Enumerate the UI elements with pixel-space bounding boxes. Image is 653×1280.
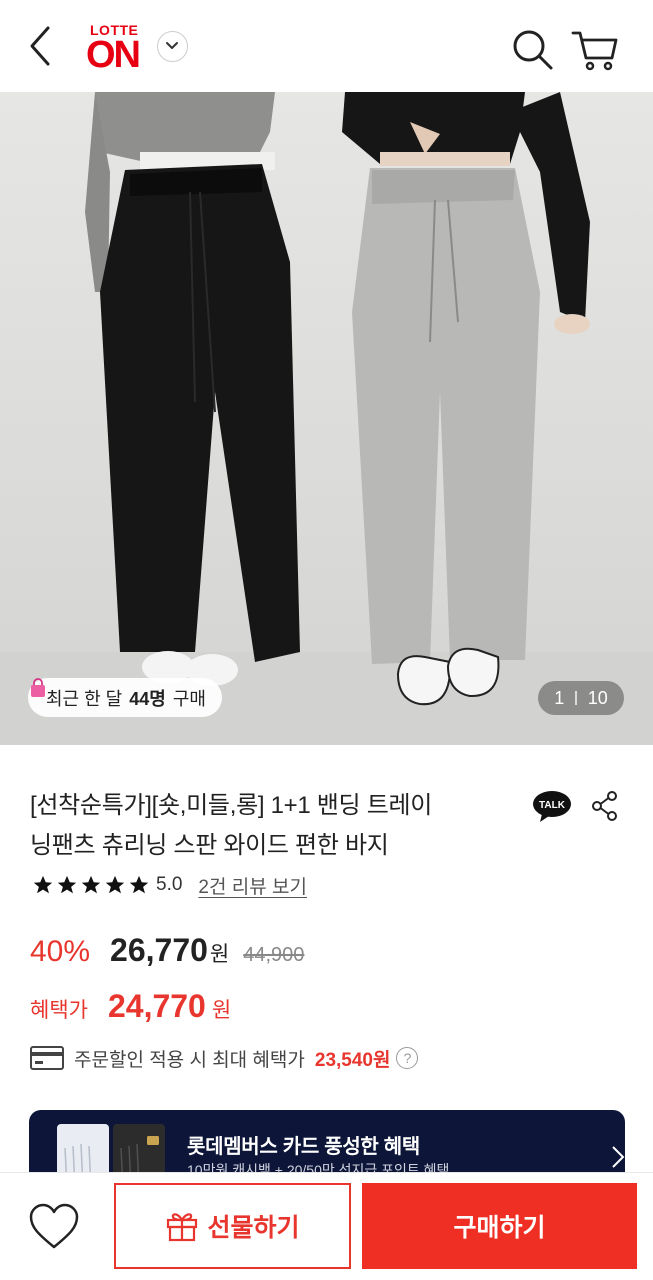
benefit-price-label: 혜택가 xyxy=(30,999,88,1022)
wishlist-button[interactable] xyxy=(28,1203,80,1251)
order-max-price: 23,540원 xyxy=(314,1049,391,1071)
price-row: 40% 26,770 원 44,900 xyxy=(30,932,304,982)
talk-button[interactable]: TALK xyxy=(532,790,572,824)
product-title-line-2: 닝팬츠 츄리닝 스판 와이드 편한 바지 xyxy=(30,832,389,859)
bottom-action-bar: 선물하기 구매하기 xyxy=(0,1172,653,1280)
order-discount-text: 주문할인 적용 시 최대 혜택가 xyxy=(74,1049,305,1071)
gift-icon xyxy=(167,1213,198,1242)
pager-total: 10 xyxy=(587,687,608,708)
recent-purchase-prefix: 최근 한 달 xyxy=(46,688,123,709)
banner-title: 롯데멤버스 카드 풍성한 혜택 xyxy=(187,1136,420,1158)
help-icon[interactable]: ? xyxy=(396,1047,419,1069)
share-button[interactable] xyxy=(590,790,620,822)
sale-price: 26,770 xyxy=(110,932,208,968)
star-icon xyxy=(81,875,101,894)
original-price: 44,900 xyxy=(243,944,305,966)
credit-cards-image xyxy=(57,1124,165,1172)
gift-button[interactable]: 선물하기 xyxy=(114,1183,351,1269)
discount-rate: 40% xyxy=(30,935,91,968)
top-header: LOTTE ON xyxy=(0,0,653,92)
product-image-carousel[interactable]: 최근 한 달 44명 구매 1 10 xyxy=(0,92,653,745)
chevron-right-icon xyxy=(612,1146,625,1168)
talk-label: TALK xyxy=(539,800,566,811)
star-icon xyxy=(129,875,149,894)
benefit-price: 24,770 xyxy=(107,988,206,1024)
search-icon xyxy=(513,30,553,70)
sale-price-currency: 원 xyxy=(209,943,230,966)
shopping-bag-icon xyxy=(31,678,45,697)
star-icon xyxy=(33,875,53,894)
heart-icon xyxy=(29,1203,79,1249)
buy-button-label: 구매하기 xyxy=(453,1214,546,1242)
pager-divider xyxy=(575,691,577,705)
star-rating xyxy=(32,874,152,896)
talk-icon: TALK xyxy=(533,791,571,822)
chevron-down-icon xyxy=(166,42,178,49)
image-pager: 1 10 xyxy=(538,681,624,715)
order-discount-row: 주문할인 적용 시 최대 혜택가 23,540원 ? xyxy=(30,1040,419,1076)
share-icon xyxy=(592,791,617,821)
gift-button-label: 선물하기 xyxy=(207,1214,300,1242)
star-icon xyxy=(57,875,77,894)
pager-current: 1 xyxy=(554,687,565,708)
recent-purchase-suffix: 구매 xyxy=(172,688,206,709)
review-link[interactable]: 2건 리뷰 보기 xyxy=(198,872,307,899)
cart-icon xyxy=(571,31,618,71)
card-benefit-banner[interactable]: 롯데멤버스 카드 풍성한 혜택 10만원 캐시백 + 20/50만 선지급 포인… xyxy=(29,1110,625,1172)
product-title: [선착순특가][숏,미들,롱] 1+1 밴딩 트레이 닝팬츠 츄리닝 스판 와이… xyxy=(30,786,530,866)
star-icon xyxy=(105,875,125,894)
banner-subtitle: 10만원 캐시백 + 20/50만 선지급 포인트 혜택 xyxy=(187,1162,450,1172)
cart-button[interactable] xyxy=(570,28,620,72)
rating-score: 5.0 xyxy=(156,874,183,895)
logo-on-text: ON xyxy=(86,34,141,76)
benefit-price-row: 혜택가 24,770 원 xyxy=(30,988,231,1034)
buy-button[interactable]: 구매하기 xyxy=(362,1183,637,1269)
back-button[interactable] xyxy=(22,22,62,70)
back-icon xyxy=(30,26,50,66)
logo-dropdown-button[interactable] xyxy=(157,31,188,62)
product-title-line-1: [선착순특가][숏,미들,롱] 1+1 밴딩 트레이 xyxy=(30,792,433,819)
product-photo xyxy=(0,92,653,745)
rating-row: 5.0 2건 리뷰 보기 xyxy=(32,870,307,900)
recent-purchase-count: 44명 xyxy=(129,688,166,709)
recent-purchase-badge: 최근 한 달 44명 구매 xyxy=(28,678,222,717)
search-button[interactable] xyxy=(510,27,554,71)
lotte-on-logo[interactable]: LOTTE ON xyxy=(86,20,146,76)
credit-card-icon xyxy=(30,1046,64,1070)
benefit-price-currency: 원 xyxy=(211,999,232,1022)
